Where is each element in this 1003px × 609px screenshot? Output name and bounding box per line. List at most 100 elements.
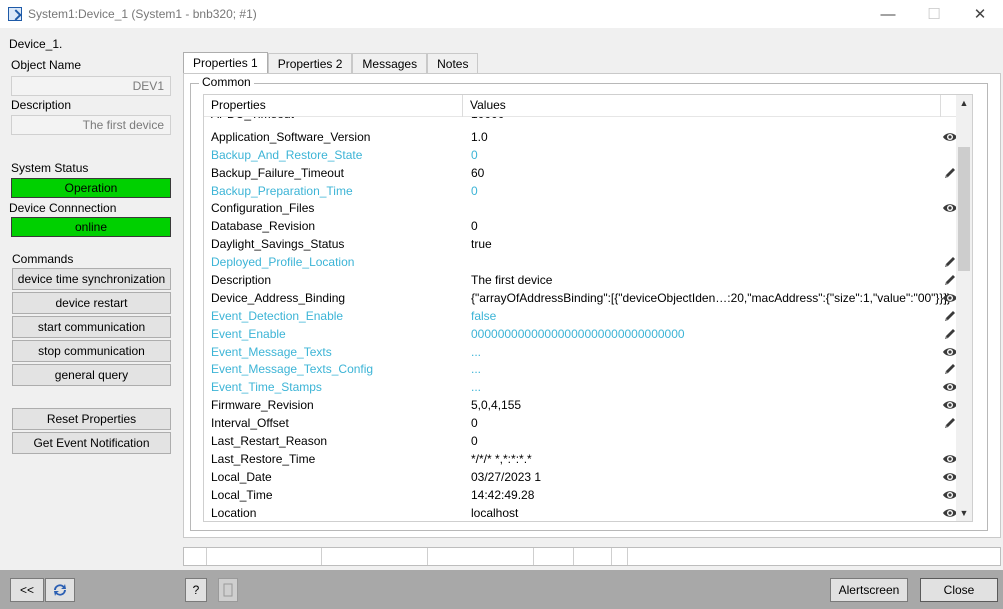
tab-notes[interactable]: Notes — [427, 53, 479, 74]
properties-tab-page: Common APDU_Timeout10000Application_Soft… — [183, 73, 1001, 538]
property-row[interactable]: Event_Time_Stamps... — [204, 378, 958, 396]
start-communication-button[interactable]: start communication — [12, 316, 171, 338]
close-button[interactable]: Close — [920, 578, 998, 602]
property-row[interactable]: Last_Restart_Reason 0 — [204, 432, 958, 450]
property-row[interactable]: Local_Time 14:42:49.28 — [204, 486, 958, 504]
device-restart-button[interactable]: device restart — [12, 292, 171, 314]
property-name: Backup_And_Restore_State — [211, 147, 363, 162]
property-value[interactable]: 60 — [471, 166, 484, 180]
document-icon — [223, 583, 233, 597]
maximize-button[interactable]: ☐ — [911, 0, 957, 28]
property-value[interactable]: localhost — [471, 506, 518, 520]
property-row[interactable]: Daylight_Savings_Status true — [204, 235, 958, 253]
properties-rows: APDU_Timeout10000Application_Software_Ve… — [204, 107, 958, 521]
property-row[interactable]: Interval_Offset 0 — [204, 414, 958, 432]
title-bar: System1:Device_1 (System1 - bnb320; #1) … — [0, 0, 1003, 28]
property-name: Device_Address_Binding — [211, 290, 346, 305]
grid-scrollbar[interactable]: ▲ ▼ — [956, 95, 972, 521]
property-row[interactable]: Local_Date 03/27/2023 1 — [204, 468, 958, 486]
property-name: Interval_Offset — [211, 416, 289, 431]
device-connection-label: Device Connnection — [9, 201, 117, 215]
property-value[interactable]: 0 — [471, 148, 478, 162]
property-name: Event_Enable — [211, 326, 286, 341]
common-group: Common APDU_Timeout10000Application_Soft… — [190, 75, 988, 531]
tab-properties-2[interactable]: Properties 2 — [267, 53, 353, 74]
property-name: Backup_Preparation_Time — [211, 183, 353, 198]
alertscreen-button[interactable]: Alertscreen — [830, 578, 908, 602]
property-row[interactable]: Backup_Preparation_Time 0 — [204, 182, 958, 200]
property-row[interactable]: Event_Message_Texts... — [204, 343, 958, 361]
bottom-bar: << ? Alertscreen Close — [0, 570, 1003, 609]
property-name: Description — [211, 273, 272, 288]
property-row[interactable]: Configuration_Files — [204, 199, 958, 217]
device-time-sync-button[interactable]: device time synchronization — [12, 268, 171, 290]
property-value[interactable]: 5,0,4,155 — [471, 398, 521, 412]
reset-properties-button[interactable]: Reset Properties — [12, 408, 171, 430]
window-controls: — ☐ ✕ — [865, 0, 1003, 28]
tab-properties-1[interactable]: Properties 1 — [183, 52, 268, 74]
help-button[interactable]: ? — [185, 578, 207, 602]
property-row[interactable]: Event_Detection_Enable false — [204, 307, 958, 325]
property-value[interactable]: 0 — [471, 416, 478, 430]
property-value[interactable]: 1.0 — [471, 130, 488, 144]
back-button[interactable]: << — [10, 578, 44, 602]
description-field: The first device — [11, 115, 171, 135]
scroll-thumb[interactable] — [958, 147, 970, 271]
property-value[interactable]: ... — [471, 380, 481, 394]
property-value[interactable]: The first device — [471, 273, 552, 287]
scroll-down-icon[interactable]: ▼ — [956, 505, 972, 521]
general-query-button[interactable]: general query — [12, 364, 171, 386]
system-status-badge: Operation — [11, 178, 171, 198]
tab-messages[interactable]: Messages — [352, 53, 428, 74]
property-row[interactable]: Application_Software_Version 1.0 — [204, 128, 958, 146]
property-row[interactable]: Backup_Failure_Timeout 60 — [204, 164, 958, 182]
close-window-button[interactable]: ✕ — [957, 0, 1003, 28]
property-value[interactable]: 03/27/2023 1 — [471, 470, 541, 484]
property-value[interactable]: 14:42:49.28 — [471, 488, 534, 502]
description-label: Description — [11, 98, 72, 112]
property-name: Local_Date — [211, 469, 272, 484]
property-name: Event_Message_Texts_Config — [211, 362, 374, 377]
property-row[interactable]: Event_Message_Texts_Config... — [204, 360, 958, 378]
object-name-label: Object Name — [11, 58, 82, 72]
tab-bar: Properties 1 Properties 2 Messages Notes — [183, 52, 479, 74]
property-value[interactable]: ... — [471, 345, 481, 359]
app-icon — [8, 7, 22, 21]
property-value[interactable]: 0 — [471, 184, 478, 198]
property-name: Application_Software_Version — [211, 129, 371, 144]
document-button[interactable] — [218, 578, 238, 602]
property-row[interactable]: Firmware_Revision 5,0,4,155 — [204, 396, 958, 414]
property-value[interactable]: true — [471, 237, 492, 251]
property-name: Event_Detection_Enable — [211, 308, 344, 323]
stop-communication-button[interactable]: stop communication — [12, 340, 171, 362]
property-value[interactable]: {"arrayOfAddressBinding":[{"deviceObject… — [471, 291, 951, 305]
property-value[interactable]: */*/* *,*:*:*.* — [471, 452, 532, 466]
property-value[interactable]: 0 — [471, 434, 478, 448]
property-row[interactable]: Location localhost — [204, 504, 958, 521]
property-row[interactable]: Description The first device — [204, 271, 958, 289]
header-properties[interactable]: Properties — [211, 98, 266, 112]
property-row[interactable]: Deployed_Profile_Location — [204, 253, 958, 271]
property-name: Backup_Failure_Timeout — [211, 165, 344, 180]
object-name-field: DEV1 — [11, 76, 171, 96]
scroll-up-icon[interactable]: ▲ — [956, 95, 972, 111]
property-row[interactable]: Last_Restore_Time */*/* *,*:*:*.* — [204, 450, 958, 468]
property-name: Deployed_Profile_Location — [211, 255, 355, 270]
header-values[interactable]: Values — [470, 98, 506, 112]
refresh-button[interactable] — [45, 578, 75, 602]
device-connection-badge: online — [11, 217, 171, 237]
property-value[interactable]: ... — [471, 362, 481, 376]
property-row[interactable]: Event_Enable 0000000000000000000000000000… — [204, 325, 958, 343]
property-value[interactable]: false — [471, 309, 496, 323]
property-row[interactable]: Database_Revision 0 — [204, 217, 958, 235]
get-event-notification-button[interactable]: Get Event Notification — [12, 432, 171, 454]
property-name: Database_Revision — [211, 219, 316, 234]
properties-grid: APDU_Timeout10000Application_Software_Ve… — [203, 94, 973, 522]
property-value[interactable]: 0 — [471, 219, 478, 233]
property-row[interactable]: Device_Address_Binding {"arrayOfAddressBi… — [204, 289, 958, 307]
property-name: Daylight_Savings_Status — [211, 237, 345, 252]
minimize-button[interactable]: — — [865, 0, 911, 28]
property-name: Last_Restart_Reason — [211, 434, 328, 449]
property-value[interactable]: 00000000000000000000000000000000 — [471, 327, 685, 341]
property-row[interactable]: Backup_And_Restore_State 0 — [204, 146, 958, 164]
